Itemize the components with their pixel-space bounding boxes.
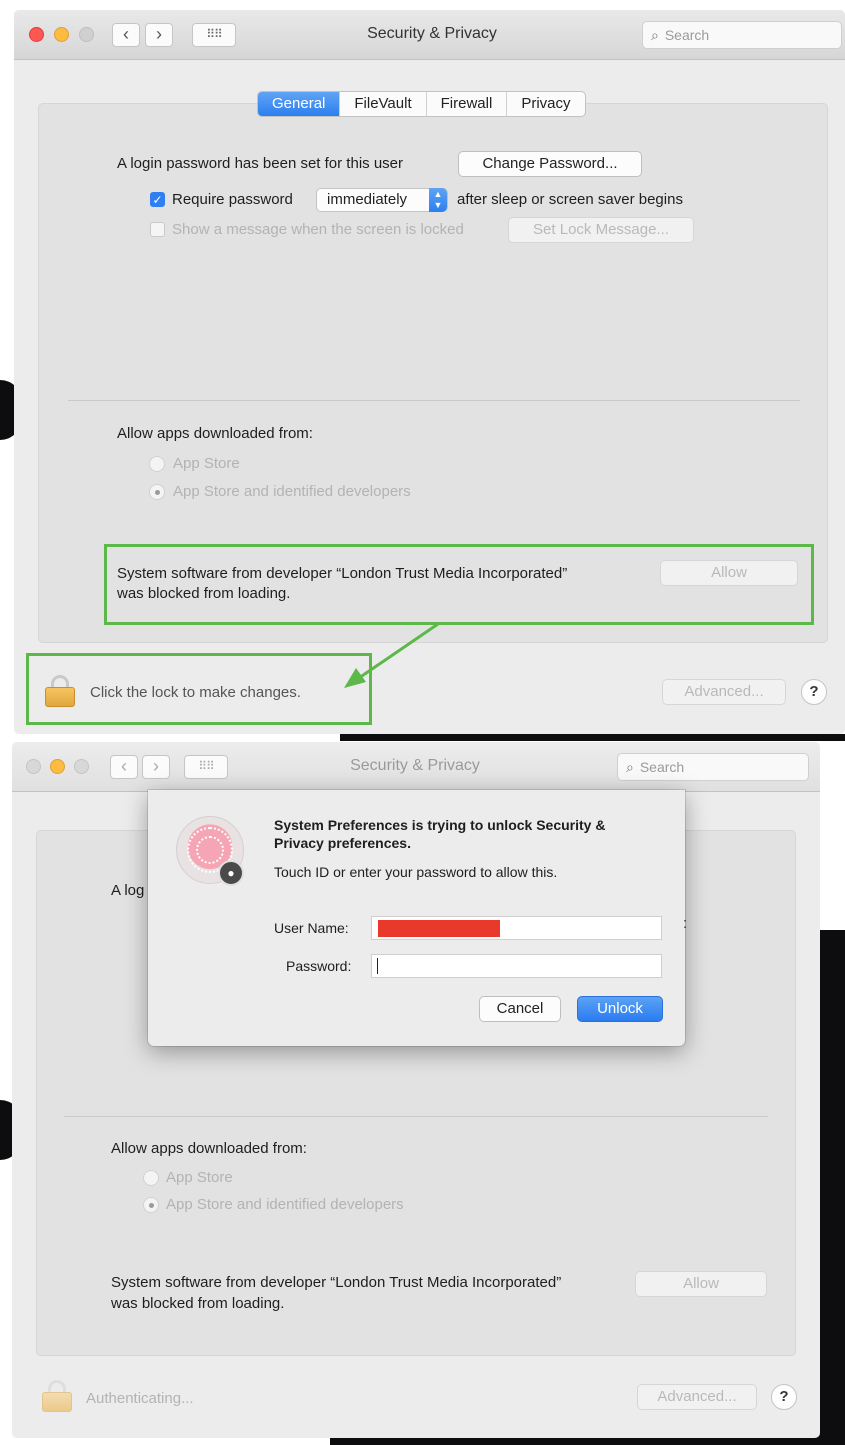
- require-password-popup[interactable]: immediately ▲ ▼: [316, 188, 448, 212]
- password-label: Password:: [286, 958, 352, 974]
- set-lock-message-button[interactable]: Set Lock Message...: [508, 217, 694, 243]
- advanced-button[interactable]: Advanced...: [637, 1384, 757, 1410]
- after-sleep-text: after sleep or screen saver begins: [457, 191, 683, 208]
- change-password-button[interactable]: Change Password...: [458, 151, 642, 177]
- radio-app-store-identified-label: App Store and identified developers: [166, 1196, 404, 1213]
- radio-app-store[interactable]: [143, 1170, 159, 1186]
- show-message-label: Show a message when the screen is locked: [172, 221, 464, 238]
- window-title: Security & Privacy: [350, 757, 480, 774]
- radio-app-store-identified-label: App Store and identified developers: [173, 483, 411, 500]
- security-privacy-window-top: ‹ › ⠿⠿ Security & Privacy ⌕ Search Genera…: [14, 10, 845, 734]
- search-field[interactable]: ⌕ Search: [642, 21, 842, 49]
- tab-general[interactable]: General: [258, 92, 341, 116]
- lock-badge-icon: ●: [218, 860, 244, 886]
- radio-app-store-identified[interactable]: [149, 484, 165, 500]
- window-title: Security & Privacy: [367, 25, 497, 42]
- zoom-window-button[interactable]: [74, 759, 89, 774]
- dialog-message: Touch ID or enter your password to allow…: [274, 864, 558, 880]
- search-icon: ⌕: [651, 27, 659, 43]
- advanced-button[interactable]: Advanced...: [662, 679, 786, 705]
- back-button[interactable]: ‹: [110, 755, 138, 779]
- lock-status-text: Click the lock to make changes.: [90, 684, 301, 701]
- title-bar-inactive: ‹ › ⠿⠿ Security & Privacy ⌕ Search: [12, 742, 820, 792]
- text-cursor: [377, 958, 378, 974]
- dialog-title-line1: System Preferences is trying to unlock S…: [274, 817, 606, 833]
- blocked-highlight-box: [104, 544, 814, 625]
- search-placeholder: Search: [639, 759, 685, 775]
- lock-icon[interactable]: [42, 1380, 72, 1412]
- background-text-fragment: :: [683, 915, 688, 932]
- forward-button[interactable]: ›: [142, 755, 170, 779]
- tab-privacy[interactable]: Privacy: [507, 92, 584, 116]
- search-placeholder: Search: [664, 27, 710, 43]
- unlock-button[interactable]: Unlock: [577, 996, 663, 1022]
- require-password-checkbox[interactable]: ✓: [150, 192, 165, 207]
- close-window-button[interactable]: [29, 27, 44, 42]
- allow-button[interactable]: Allow: [635, 1271, 767, 1297]
- background-dark-area: [818, 930, 845, 1445]
- section-divider: [64, 1116, 768, 1117]
- section-divider: [68, 400, 800, 401]
- minimize-window-button[interactable]: [50, 759, 65, 774]
- username-label: User Name:: [274, 920, 349, 936]
- show-all-grid-button[interactable]: ⠿⠿: [192, 23, 236, 47]
- radio-app-store-label: App Store: [166, 1169, 233, 1186]
- blocked-software-line1: System software from developer “London T…: [111, 1274, 562, 1291]
- search-icon: ⌕: [626, 759, 634, 775]
- radio-app-store-identified[interactable]: [143, 1197, 159, 1213]
- title-bar: ‹ › ⠿⠿ Security & Privacy ⌕ Search: [14, 10, 845, 60]
- dialog-title-line2: Privacy preferences.: [274, 835, 411, 851]
- lock-icon[interactable]: [45, 675, 75, 707]
- login-text-fragment: A log: [111, 882, 145, 899]
- show-message-checkbox[interactable]: [150, 222, 165, 237]
- radio-app-store[interactable]: [149, 456, 165, 472]
- forward-button[interactable]: ›: [145, 23, 173, 47]
- back-button[interactable]: ‹: [112, 23, 140, 47]
- allow-apps-heading: Allow apps downloaded from:: [117, 425, 313, 442]
- background-dark-strip: [340, 734, 845, 741]
- help-button[interactable]: ?: [801, 679, 827, 705]
- show-all-grid-button[interactable]: ⠿⠿: [184, 755, 228, 779]
- chevron-updown-icon: ▲ ▼: [429, 188, 447, 212]
- unlock-dialog: ● System Preferences is trying to unlock…: [148, 790, 685, 1046]
- blocked-software-line2: was blocked from loading.: [111, 1295, 285, 1312]
- username-field[interactable]: [371, 916, 662, 940]
- tab-bar: General FileVault Firewall Privacy: [257, 91, 586, 117]
- search-field[interactable]: ⌕ Search: [617, 753, 809, 781]
- allow-apps-heading: Allow apps downloaded from:: [111, 1140, 307, 1157]
- close-window-button[interactable]: [26, 759, 41, 774]
- radio-app-store-label: App Store: [173, 455, 240, 472]
- tab-firewall[interactable]: Firewall: [427, 92, 508, 116]
- lock-status-text: Authenticating...: [86, 1390, 194, 1407]
- login-password-text: A login password has been set for this u…: [117, 155, 403, 172]
- zoom-window-button[interactable]: [79, 27, 94, 42]
- redacted-username: [378, 920, 500, 937]
- require-password-label: Require password: [172, 191, 293, 208]
- help-button[interactable]: ?: [771, 1384, 797, 1410]
- minimize-window-button[interactable]: [54, 27, 69, 42]
- require-password-value: immediately: [327, 191, 408, 208]
- tab-filevault[interactable]: FileVault: [340, 92, 427, 116]
- cancel-button[interactable]: Cancel: [479, 996, 561, 1022]
- password-field[interactable]: [371, 954, 662, 978]
